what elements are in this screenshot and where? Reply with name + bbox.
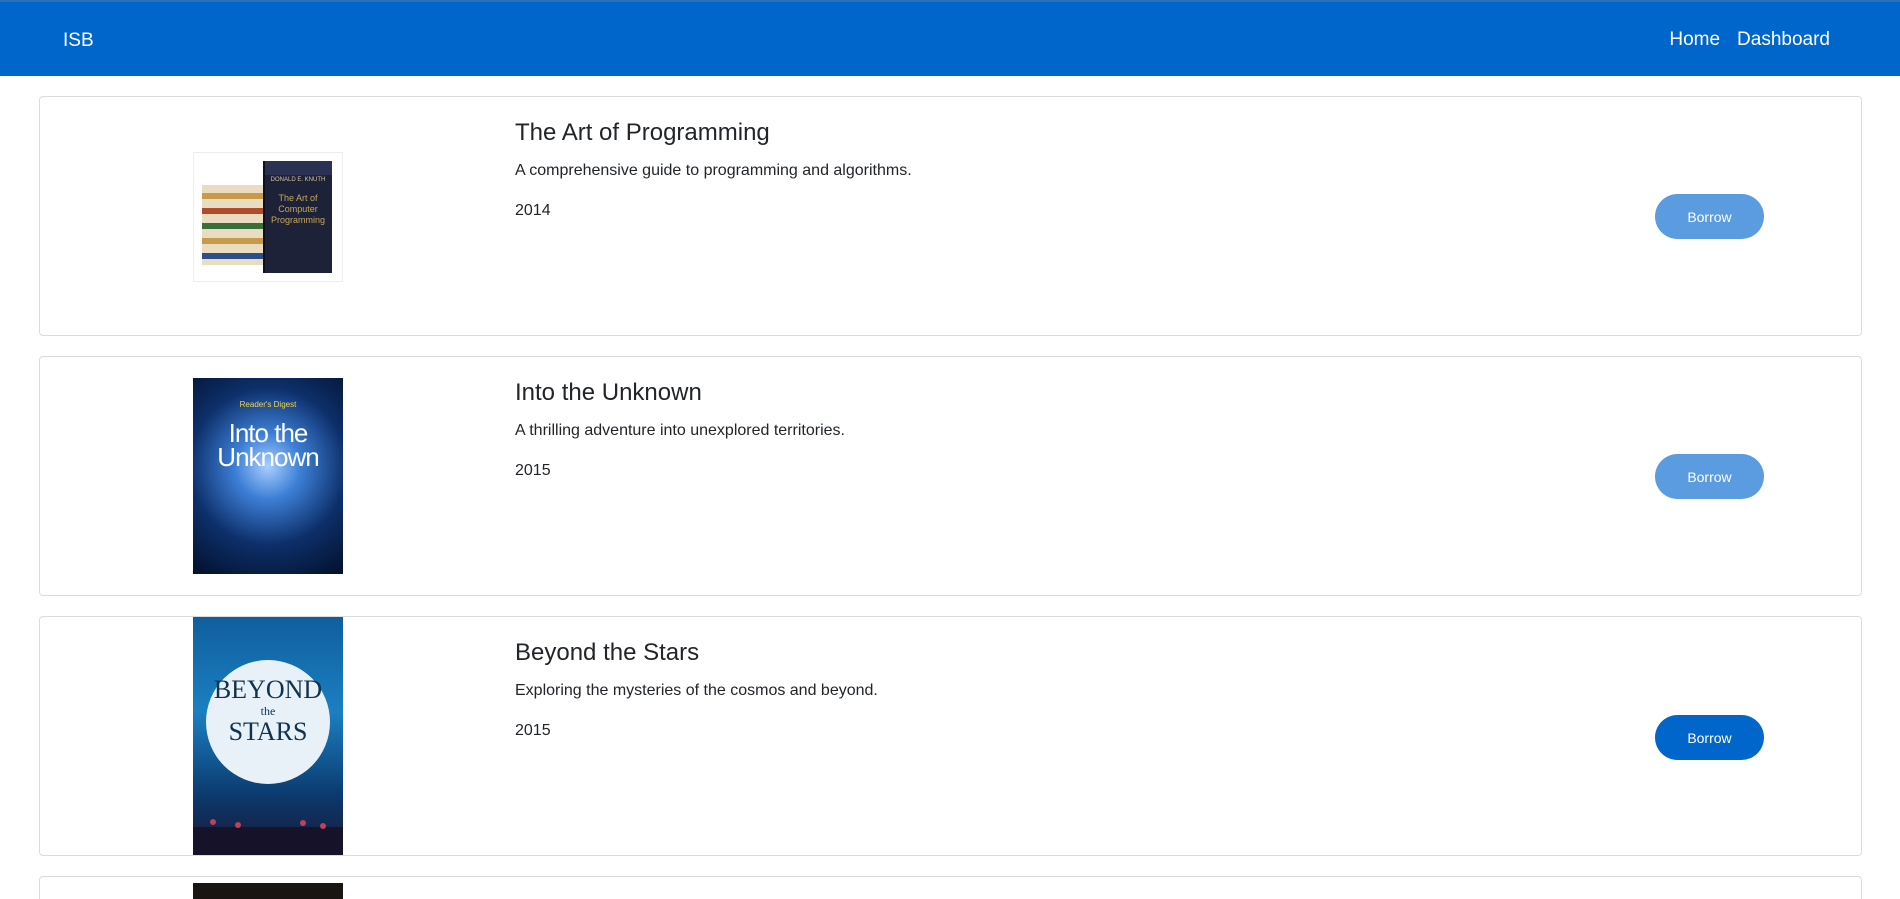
book-card: Reader's Digest Into the Unknown Into th…	[39, 356, 1862, 596]
borrow-button[interactable]: Borrow	[1655, 194, 1764, 239]
book-cover-image: BEYOND the STARS	[193, 617, 343, 855]
top-navbar: ISB Home Dashboard	[0, 0, 1900, 76]
book-year: 2014	[515, 202, 551, 219]
book-title[interactable]: The Art of Programming	[515, 119, 770, 147]
brand-logo[interactable]: ISB	[63, 30, 94, 52]
nav-links: Home Dashboard	[1669, 29, 1830, 51]
book-title[interactable]: Into the Unknown	[515, 379, 702, 407]
cover-title-text: STARS	[228, 717, 308, 746]
borrow-button[interactable]: Borrow	[1655, 454, 1764, 499]
book-year: 2015	[515, 722, 551, 739]
borrow-button[interactable]: Borrow	[1655, 715, 1764, 760]
book-card: DONALD E. KNUTH The Art of Computer Prog…	[39, 96, 1862, 336]
book-card	[39, 876, 1862, 899]
book-cover-image: Reader's Digest Into the Unknown	[193, 378, 343, 574]
book-cover-image: DONALD E. KNUTH The Art of Computer Prog…	[193, 152, 343, 282]
book-cover-image	[193, 883, 343, 899]
cover-title-text: BEYOND	[213, 675, 323, 704]
cover-author-text: DONALD E. KNUTH	[270, 177, 326, 183]
cover-title-text: The Art of Computer Programming	[270, 193, 326, 225]
book-description: A comprehensive guide to programming and…	[515, 162, 912, 179]
book-description: A thrilling adventure into unexplored te…	[515, 422, 845, 439]
nav-link-home[interactable]: Home	[1669, 29, 1720, 51]
cover-title-text: Unknown	[217, 442, 319, 472]
book-card: BEYOND the STARS Beyond the Stars Explor…	[39, 616, 1862, 856]
book-title[interactable]: Beyond the Stars	[515, 639, 699, 667]
cover-publisher-text: Reader's Digest	[239, 400, 297, 409]
book-description: Exploring the mysteries of the cosmos an…	[515, 682, 878, 699]
book-year: 2015	[515, 462, 551, 479]
nav-link-dashboard[interactable]: Dashboard	[1737, 29, 1830, 51]
